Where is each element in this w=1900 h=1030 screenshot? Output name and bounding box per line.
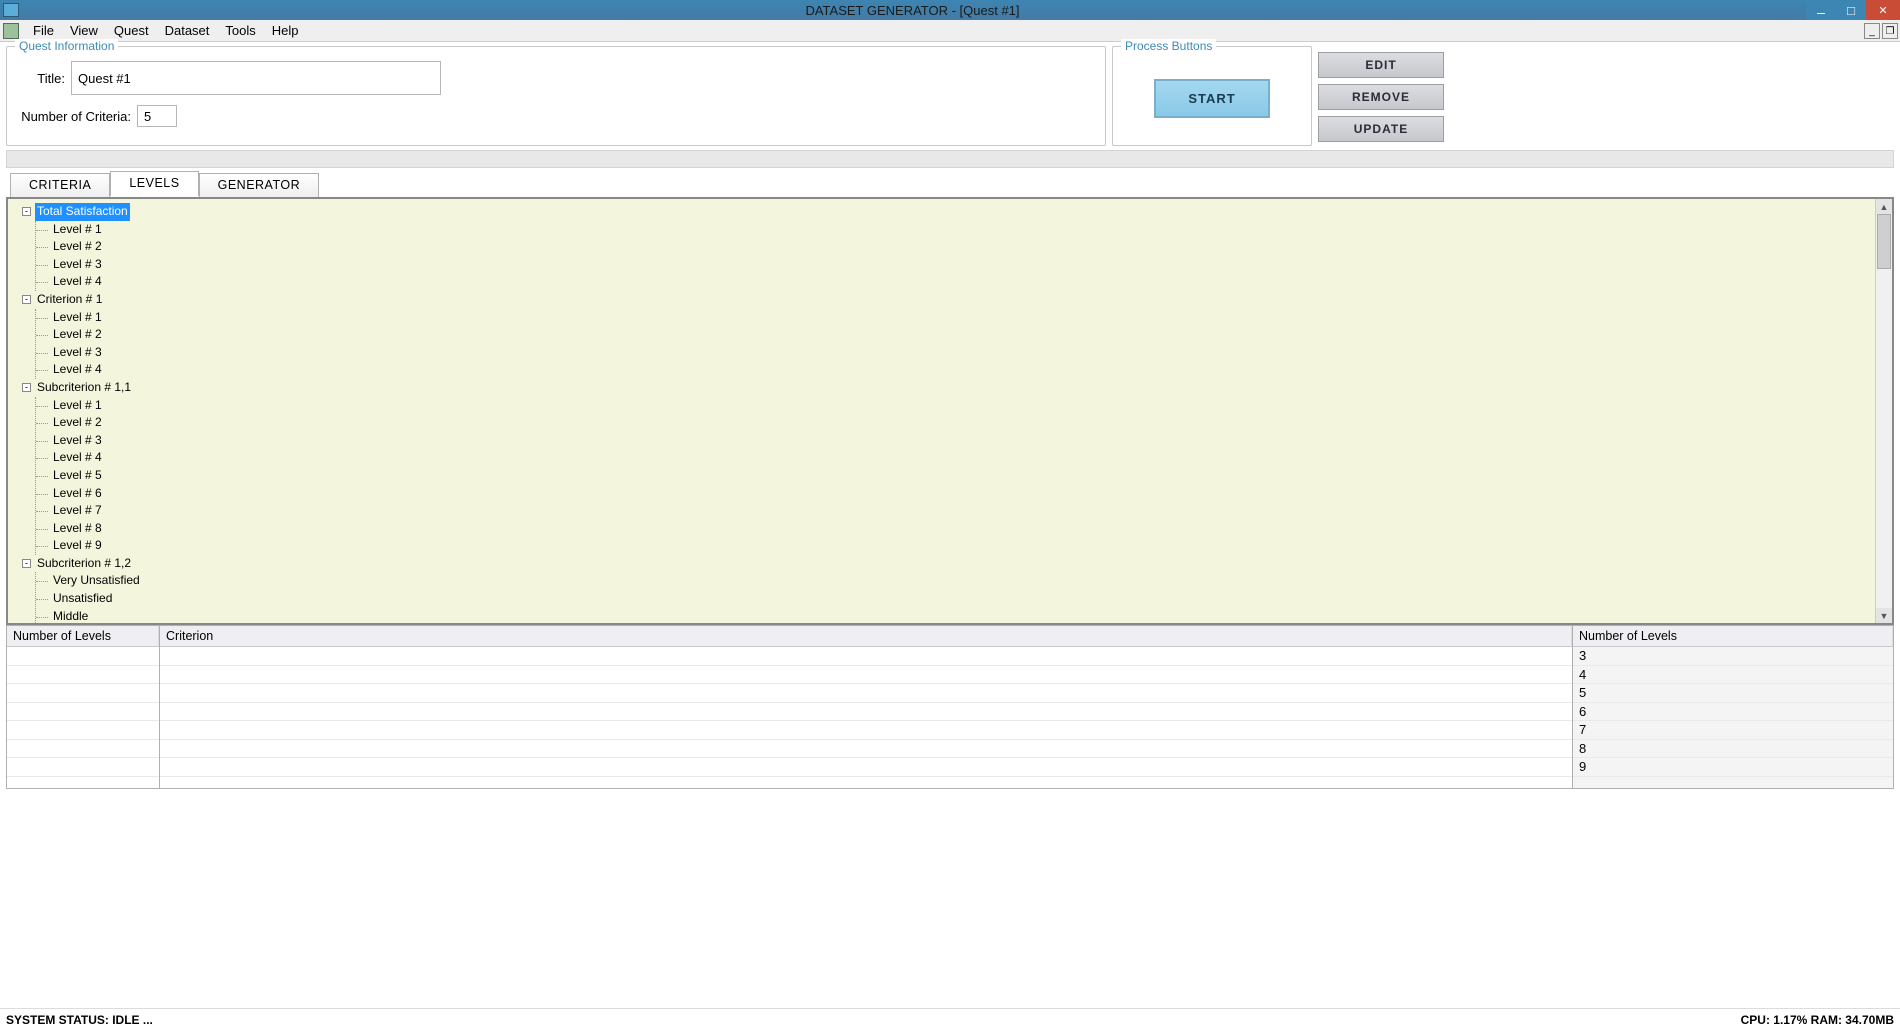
criterion-header[interactable]: Criterion	[160, 626, 1572, 647]
action-buttons: EDIT REMOVE UPDATE	[1318, 46, 1448, 146]
update-button[interactable]: UPDATE	[1318, 116, 1444, 142]
table-row[interactable]	[7, 684, 159, 703]
title-input[interactable]	[71, 61, 441, 95]
right-levels-header[interactable]: Number of Levels	[1573, 626, 1893, 647]
table-row[interactable]	[7, 666, 159, 685]
tab-levels[interactable]: LEVELS	[110, 171, 198, 196]
level-tree[interactable]: -Total SatisfactionLevel # 1Level # 2Lev…	[8, 199, 1892, 625]
table-row[interactable]: 5	[1573, 684, 1893, 703]
status-text: SYSTEM STATUS: IDLE ...	[6, 1013, 153, 1027]
levels-count-table: Number of Levels	[7, 626, 160, 788]
table-row[interactable]	[160, 721, 1572, 740]
tab-strip: CRITERIA LEVELS GENERATOR	[10, 173, 1900, 198]
status-bar: SYSTEM STATUS: IDLE ... CPU: 1.17% RAM: …	[0, 1008, 1900, 1030]
tree-node-label[interactable]: Total Satisfaction	[35, 203, 130, 221]
menu-app-icon	[3, 23, 19, 39]
window-title: DATASET GENERATOR - [Quest #1]	[19, 3, 1806, 18]
separator-strip	[6, 150, 1894, 168]
title-bar[interactable]: DATASET GENERATOR - [Quest #1]	[0, 0, 1900, 20]
table-row[interactable]	[160, 703, 1572, 722]
mdi-restore-button[interactable]: ❐	[1882, 23, 1898, 39]
tree-leaf-label[interactable]: Level # 3	[51, 345, 104, 359]
table-row[interactable]	[160, 740, 1572, 759]
menu-view[interactable]: View	[62, 20, 106, 41]
tree-leaf-label[interactable]: Level # 8	[51, 521, 104, 535]
table-row[interactable]: 6	[1573, 703, 1893, 722]
menu-dataset[interactable]: Dataset	[157, 20, 218, 41]
tree-leaf-label[interactable]: Level # 5	[51, 468, 104, 482]
table-row[interactable]: 8	[1573, 740, 1893, 759]
collapse-icon[interactable]: -	[22, 383, 31, 392]
remove-button[interactable]: REMOVE	[1318, 84, 1444, 110]
levels-count-header[interactable]: Number of Levels	[7, 626, 159, 647]
resource-usage: CPU: 1.17% RAM: 34.70MB	[1741, 1013, 1894, 1027]
tree-leaf-label[interactable]: Level # 2	[51, 327, 104, 341]
tree-leaf-label[interactable]: Level # 3	[51, 433, 104, 447]
tree-scrollbar[interactable]: ▲ ▼	[1875, 199, 1892, 623]
tab-generator[interactable]: GENERATOR	[199, 173, 320, 198]
table-row[interactable]	[7, 647, 159, 666]
table-row[interactable]: 3	[1573, 647, 1893, 666]
table-row[interactable]: 7	[1573, 721, 1893, 740]
process-legend: Process Buttons	[1121, 39, 1216, 53]
mdi-minimize-button[interactable]: _	[1864, 23, 1880, 39]
menu-quest[interactable]: Quest	[106, 20, 157, 41]
tree-node-label[interactable]: Criterion # 1	[35, 291, 104, 309]
scroll-up-icon[interactable]: ▲	[1876, 199, 1892, 214]
menu-tools[interactable]: Tools	[217, 20, 263, 41]
table-row[interactable]	[160, 666, 1572, 685]
close-button[interactable]	[1866, 0, 1900, 20]
maximize-button[interactable]	[1836, 0, 1866, 20]
tree-leaf-label[interactable]: Level # 1	[51, 398, 104, 412]
table-row[interactable]: 4	[1573, 666, 1893, 685]
tree-leaf-label[interactable]: Level # 3	[51, 257, 104, 271]
tab-criteria[interactable]: CRITERIA	[10, 173, 110, 198]
tree-leaf-label[interactable]: Level # 4	[51, 274, 104, 288]
menu-help[interactable]: Help	[264, 20, 307, 41]
tree-node-label[interactable]: Subcriterion # 1,2	[35, 555, 133, 573]
table-row[interactable]	[160, 758, 1572, 777]
tree-leaf-label[interactable]: Level # 6	[51, 486, 104, 500]
start-button[interactable]: START	[1154, 79, 1269, 118]
title-label: Title:	[17, 71, 65, 86]
scroll-down-icon[interactable]: ▼	[1876, 608, 1892, 623]
bottom-tables: Number of Levels Criterion Number of Lev…	[6, 625, 1894, 789]
tree-panel: -Total SatisfactionLevel # 1Level # 2Lev…	[6, 197, 1894, 625]
tree-leaf-label[interactable]: Level # 2	[51, 415, 104, 429]
tree-leaf-label[interactable]: Level # 2	[51, 239, 104, 253]
app-icon	[3, 3, 19, 17]
table-row[interactable]	[7, 703, 159, 722]
table-row[interactable]: 9	[1573, 758, 1893, 777]
tree-leaf-label[interactable]: Level # 7	[51, 503, 104, 517]
table-row[interactable]	[7, 758, 159, 777]
table-row[interactable]	[160, 647, 1572, 666]
tree-leaf-label[interactable]: Level # 1	[51, 310, 104, 324]
scroll-thumb[interactable]	[1877, 214, 1891, 269]
process-buttons-group: Process Buttons START	[1112, 46, 1312, 146]
criteria-count-label: Number of Criteria:	[17, 109, 131, 124]
right-levels-table: Number of Levels 3456789	[1573, 626, 1893, 788]
tree-leaf-label[interactable]: Unsatisfied	[51, 591, 114, 605]
table-row[interactable]	[7, 740, 159, 759]
collapse-icon[interactable]: -	[22, 559, 31, 568]
tree-leaf-label[interactable]: Level # 4	[51, 362, 104, 376]
table-row[interactable]	[160, 684, 1572, 703]
table-row[interactable]	[7, 721, 159, 740]
edit-button[interactable]: EDIT	[1318, 52, 1444, 78]
criterion-table: Criterion	[160, 626, 1573, 788]
tree-node-label[interactable]: Subcriterion # 1,1	[35, 379, 133, 397]
tree-leaf-label[interactable]: Level # 9	[51, 538, 104, 552]
menu-bar: File View Quest Dataset Tools Help	[0, 20, 1900, 42]
minimize-button[interactable]	[1806, 0, 1836, 20]
quest-information-group: Quest Information Title: Number of Crite…	[6, 46, 1106, 146]
menu-file[interactable]: File	[25, 20, 62, 41]
collapse-icon[interactable]: -	[22, 295, 31, 304]
quest-info-legend: Quest Information	[15, 39, 118, 53]
tree-leaf-label[interactable]: Very Unsatisfied	[51, 573, 142, 587]
tree-leaf-label[interactable]: Middle	[51, 609, 90, 623]
criteria-count-input[interactable]	[137, 105, 177, 127]
tree-leaf-label[interactable]: Level # 4	[51, 450, 104, 464]
collapse-icon[interactable]: -	[22, 207, 31, 216]
tree-leaf-label[interactable]: Level # 1	[51, 222, 104, 236]
